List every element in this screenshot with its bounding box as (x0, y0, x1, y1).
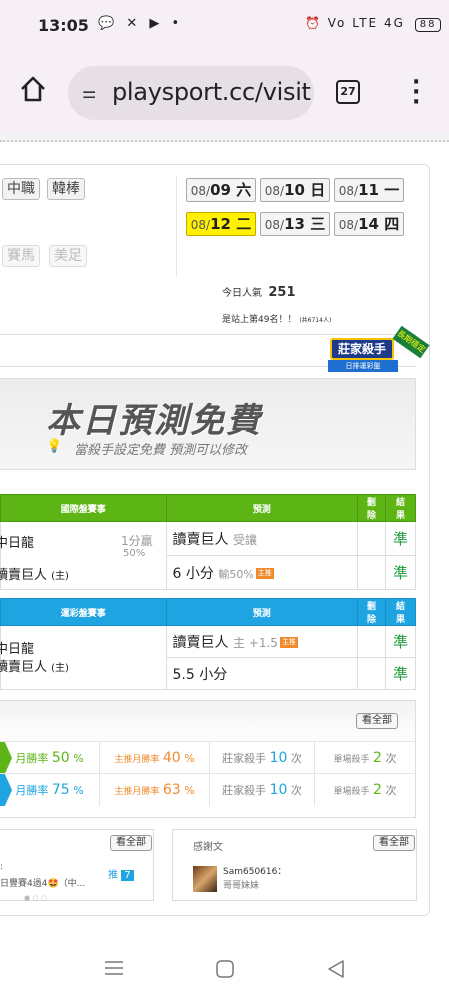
free-prediction-banner: 本日預測免費 💡 當殺手設定免費 預測可以修改 (0, 378, 416, 470)
monthly-win-rate: 月勝率 75 % (0, 774, 100, 806)
table-header: 運彩盤賽事 預測 刪除 結果 (0, 598, 417, 626)
category-horse-racing[interactable]: 賽馬 (2, 245, 40, 267)
date-0811[interactable]: 08/11 一 (334, 178, 404, 202)
table-header: 國際盤賽事 預測 刪除 結果 (0, 494, 417, 522)
home-team: 讀賣巨人 (主) (0, 568, 69, 583)
prediction-cell: 讀賣巨人 受讓 (165, 521, 359, 556)
battery-icon: 88 (414, 18, 442, 32)
prediction-cell: 6 小分 輸50% 主推 (165, 555, 359, 590)
result-cell: 準 (384, 657, 417, 690)
thanks-view-all-button[interactable]: 看全部 (373, 835, 415, 851)
result-cell: 準 (384, 555, 417, 590)
single-killer-count: 單場殺手 2 次 (333, 750, 397, 766)
category-kbo[interactable]: 韓棒 (47, 178, 85, 200)
popularity-count: 251 (268, 285, 296, 300)
home-nav-icon[interactable] (216, 960, 234, 978)
page-edge (0, 132, 449, 142)
signal-icons: ⏰ Vo LTE 4G (305, 16, 405, 30)
url-text[interactable]: playsport.cc/visit (112, 78, 311, 106)
table-row: 中日龍 讀賣巨人 (主) 讀賣巨人 主 +1.5 主推 準 (0, 625, 417, 690)
away-team: 中日龍 (0, 536, 35, 551)
browser-toolbar: ⚌ playsport.cc/visit 27 · · · (0, 52, 449, 132)
free-subtitle: 當殺手設定免費 預測可以修改 (74, 443, 248, 458)
delete-cell[interactable] (357, 657, 386, 690)
stats-view-all-button[interactable]: 看全部 (356, 713, 398, 729)
thanks-user[interactable]: Sam650616： (223, 864, 286, 877)
main-pick-win-rate: 主推月勝率 40 % (100, 742, 210, 774)
date-0814[interactable]: 08/14 四 (334, 212, 404, 236)
main-pick-win-rate: 主推月勝率 63 % (100, 774, 210, 806)
article-snippet[interactable]: 日豐賽4過4🤩（中... (0, 876, 85, 889)
date-0809[interactable]: 08/09 六 (186, 178, 256, 202)
site-rank: 是站上第49名！！ (共6714人) (222, 315, 332, 325)
banker-killer-count: 莊家殺手 10 次 (210, 742, 315, 774)
category-cpbl[interactable]: 中職 (2, 178, 40, 200)
handicap-percent: 50% (123, 548, 146, 559)
result-cell: 準 (384, 625, 417, 658)
thanks-message: 哥哥妹妹 (223, 881, 260, 891)
pager-dots[interactable]: ● ○ ○ (24, 894, 47, 902)
stats-row: 月勝率 50 % 主推月勝率 40 % 莊家殺手 10 次 單場殺手 2 次 (0, 741, 416, 774)
handicap: 1分贏 (121, 534, 153, 548)
recents-icon[interactable] (105, 960, 123, 976)
main-pick-tag: 主推 (255, 568, 274, 579)
home-icon[interactable] (18, 74, 48, 104)
clock: 13:05 (38, 16, 89, 35)
date-0810[interactable]: 08/10 日 (260, 178, 330, 202)
status-bar: 13:05 💬 ✕ ▶ • ⏰ Vo LTE 4G 88 (0, 0, 449, 52)
date-0813[interactable]: 08/13 三 (260, 212, 330, 236)
prediction-cell: 5.5 小分 (165, 657, 359, 690)
thanks-card: 感謝文 看全部 Sam650616： 哥哥妹妹 (172, 829, 417, 901)
divider (176, 176, 177, 276)
thanks-title: 感謝文 (193, 842, 223, 853)
push-count: 推 7 (108, 866, 134, 881)
delete-cell[interactable] (357, 521, 386, 556)
result-cell: 準 (384, 521, 417, 556)
system-icons: ⏰ Vo LTE 4G 88 (305, 16, 442, 32)
lightbulb-icon: 💡 (46, 439, 63, 454)
date-0812[interactable]: 08/12 二 (186, 212, 256, 236)
stats-box: 看全部 月勝率 50 % 主推月勝率 40 % 莊家殺手 10 次 單場殺手 2… (0, 700, 416, 818)
back-icon[interactable] (327, 960, 345, 978)
lottery-prediction-table: 運彩盤賽事 預測 刪除 結果 中日龍 讀賣巨人 (主) 讀賣巨人 主 +1.5 主… (0, 598, 417, 690)
monthly-win-rate: 月勝率 50 % (0, 742, 100, 774)
category-nfl[interactable]: 美足 (49, 245, 87, 267)
address-bar[interactable]: ⚌ playsport.cc/visit (68, 66, 314, 120)
match-cell: 中日龍 讀賣巨人 (主) 1分贏 50% (0, 521, 167, 590)
table-row: 中日龍 讀賣巨人 (主) 1分贏 50% 讀賣巨人 受讓 準 (0, 521, 417, 590)
tab-switcher-button[interactable]: 27 (336, 80, 360, 104)
popularity: 今日人氣 251 (222, 285, 296, 300)
delete-cell[interactable] (357, 555, 386, 590)
intl-prediction-table: 國際盤賽事 預測 刪除 結果 中日龍 讀賣巨人 (主) 1分贏 50% 讀賣巨人… (0, 494, 417, 590)
site-settings-icon[interactable]: ⚌ (82, 83, 96, 102)
match-cell: 中日龍 讀賣巨人 (主) (0, 625, 167, 690)
free-title: 本日預測免費 (46, 401, 262, 441)
delete-cell[interactable] (357, 625, 386, 658)
more-menu-icon[interactable]: · · · (412, 72, 420, 114)
articles-view-all-button[interactable]: 看全部 (110, 835, 152, 851)
stats-row: 月勝率 75 % 主推月勝率 63 % 莊家殺手 10 次 單場殺手 2 次 (0, 773, 416, 806)
away-team: 中日龍 (0, 642, 35, 657)
notification-icons: 💬 ✕ ▶ • (98, 16, 184, 31)
prediction-cell: 讀賣巨人 主 +1.5 主推 (165, 625, 359, 658)
banker-killer-count: 莊家殺手 10 次 (210, 774, 315, 806)
main-pick-tag: 主推 (279, 637, 298, 648)
home-team: 讀賣巨人 (主) (0, 660, 69, 675)
system-nav-bar (0, 940, 449, 1000)
avatar[interactable] (193, 866, 217, 892)
articles-card: 看全部 : 日豐賽4過4🤩（中... 推 7 ● ○ ○ (0, 829, 154, 902)
single-killer-count: 單場殺手 2 次 (333, 782, 397, 798)
